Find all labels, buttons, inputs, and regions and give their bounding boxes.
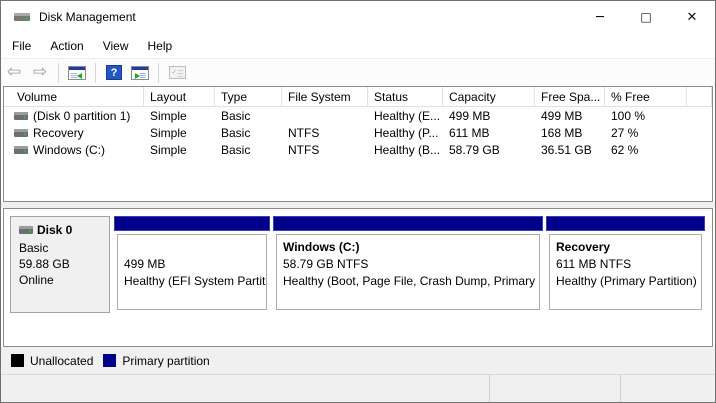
- disk-graphical-pane: Disk 0 Basic 59.88 GB Online 499 MB Heal…: [3, 208, 713, 347]
- volume-type: Basic: [215, 109, 282, 123]
- volume-icon: [14, 129, 28, 137]
- status-pane: [621, 375, 715, 402]
- volume-type: Basic: [215, 126, 282, 140]
- volume-pct-free: 100 %: [605, 109, 687, 123]
- partition-color-bar: [546, 216, 705, 231]
- forward-icon[interactable]: ⇨: [27, 61, 53, 85]
- volume-pct-free: 62 %: [605, 143, 687, 157]
- menu-action[interactable]: Action: [41, 36, 92, 56]
- title-bar: Disk Management ─ □ ✕: [1, 1, 715, 33]
- volume-status: Healthy (E...: [368, 109, 443, 123]
- toolbar-separator: [58, 63, 59, 83]
- volume-icon: [14, 146, 28, 154]
- legend-bar: Unallocated Primary partition: [1, 347, 715, 374]
- table-row[interactable]: Recovery Simple Basic NTFS Healthy (P...…: [4, 124, 712, 141]
- disk-type: Basic: [19, 240, 109, 256]
- partition-color-bar: [273, 216, 543, 231]
- column-header-status[interactable]: Status: [368, 87, 443, 106]
- partition-size: 499 MB: [124, 256, 266, 273]
- volume-name: Windows (C:): [33, 143, 105, 157]
- volume-free-space: 168 MB: [535, 126, 605, 140]
- volume-pct-free: 27 %: [605, 126, 687, 140]
- menu-help[interactable]: Help: [139, 36, 182, 56]
- help-icon[interactable]: ?: [101, 61, 127, 85]
- partition-efi[interactable]: 499 MB Healthy (EFI System Partiti: [114, 216, 270, 313]
- column-header-pct-free[interactable]: % Free: [605, 87, 687, 106]
- volume-name: (Disk 0 partition 1): [33, 109, 130, 123]
- partition-status: Healthy (Primary Partition): [556, 273, 701, 290]
- column-header-layout[interactable]: Layout: [144, 87, 215, 106]
- volume-capacity: 58.79 GB: [443, 143, 535, 157]
- partition-color-bar: [114, 216, 270, 231]
- window-title: Disk Management: [39, 10, 136, 24]
- volume-capacity: 611 MB: [443, 126, 535, 140]
- table-row[interactable]: Windows (C:) Simple Basic NTFS Healthy (…: [4, 141, 712, 158]
- toolbar: ⇦ ⇨ ? ✓: [1, 58, 715, 86]
- volume-free-space: 499 MB: [535, 109, 605, 123]
- column-header-volume[interactable]: Volume: [4, 87, 144, 106]
- volume-list-pane: Volume Layout Type File System Status Ca…: [3, 86, 713, 202]
- volume-free-space: 36.51 GB: [535, 143, 605, 157]
- disk-status: Online: [19, 272, 109, 288]
- disk-size: 59.88 GB: [19, 256, 109, 272]
- status-bar: [1, 374, 715, 402]
- disk-icon: [19, 226, 33, 234]
- properties-icon[interactable]: ✓: [164, 61, 190, 85]
- partitions: 499 MB Healthy (EFI System Partiti Windo…: [114, 216, 708, 313]
- legend-label-primary-partition: Primary partition: [122, 354, 209, 368]
- volume-list-header: Volume Layout Type File System Status Ca…: [4, 87, 712, 107]
- menu-bar: File Action View Help: [1, 33, 715, 58]
- status-pane: [490, 375, 621, 402]
- column-header-capacity[interactable]: Capacity: [443, 87, 535, 106]
- volume-type: Basic: [215, 143, 282, 157]
- back-icon[interactable]: ⇦: [1, 61, 27, 85]
- column-header-type[interactable]: Type: [215, 87, 282, 106]
- volume-status: Healthy (B...: [368, 143, 443, 157]
- maximize-button[interactable]: □: [623, 1, 669, 33]
- partition-size: 58.79 GB NTFS: [283, 256, 539, 273]
- table-row[interactable]: (Disk 0 partition 1) Simple Basic Health…: [4, 107, 712, 124]
- volume-capacity: 499 MB: [443, 109, 535, 123]
- primary-partition-swatch: [103, 354, 116, 367]
- status-pane: [1, 375, 490, 402]
- partition-windows-c[interactable]: Windows (C:) 58.79 GB NTFS Healthy (Boot…: [273, 216, 543, 313]
- toolbar-separator: [158, 63, 159, 83]
- partition-title: Windows (C:): [283, 239, 539, 256]
- volume-name: Recovery: [33, 126, 84, 140]
- volume-layout: Simple: [144, 126, 215, 140]
- partition-title: Recovery: [556, 239, 701, 256]
- volume-layout: Simple: [144, 143, 215, 157]
- disk-management-window: Disk Management ─ □ ✕ File Action View H…: [0, 0, 716, 403]
- console-tree-icon[interactable]: [64, 61, 90, 85]
- menu-file[interactable]: File: [3, 36, 40, 56]
- disk-0-row: Disk 0 Basic 59.88 GB Online 499 MB Heal…: [10, 216, 712, 313]
- partition-status: Healthy (EFI System Partiti: [124, 273, 266, 290]
- minimize-button[interactable]: ─: [577, 1, 623, 33]
- partition-title: [124, 239, 266, 256]
- close-button[interactable]: ✕: [669, 1, 715, 33]
- volume-icon: [14, 112, 28, 120]
- column-header-free-space[interactable]: Free Spa...: [535, 87, 605, 106]
- column-header-file-system[interactable]: File System: [282, 87, 368, 106]
- disk-management-app-icon: [13, 9, 31, 25]
- menu-view[interactable]: View: [94, 36, 138, 56]
- partition-recovery[interactable]: Recovery 611 MB NTFS Healthy (Primary Pa…: [546, 216, 705, 313]
- partition-status: Healthy (Boot, Page File, Crash Dump, Pr…: [283, 273, 539, 290]
- action-pane-icon[interactable]: [127, 61, 153, 85]
- unallocated-swatch: [11, 354, 24, 367]
- partition-size: 611 MB NTFS: [556, 256, 701, 273]
- column-header-filler: [687, 87, 712, 106]
- volume-file-system: NTFS: [282, 143, 368, 157]
- disk-0-label-box[interactable]: Disk 0 Basic 59.88 GB Online: [10, 216, 110, 313]
- disk-name: Disk 0: [37, 223, 72, 237]
- toolbar-separator: [95, 63, 96, 83]
- legend-label-unallocated: Unallocated: [30, 354, 93, 368]
- volume-file-system: NTFS: [282, 126, 368, 140]
- volume-status: Healthy (P...: [368, 126, 443, 140]
- volume-layout: Simple: [144, 109, 215, 123]
